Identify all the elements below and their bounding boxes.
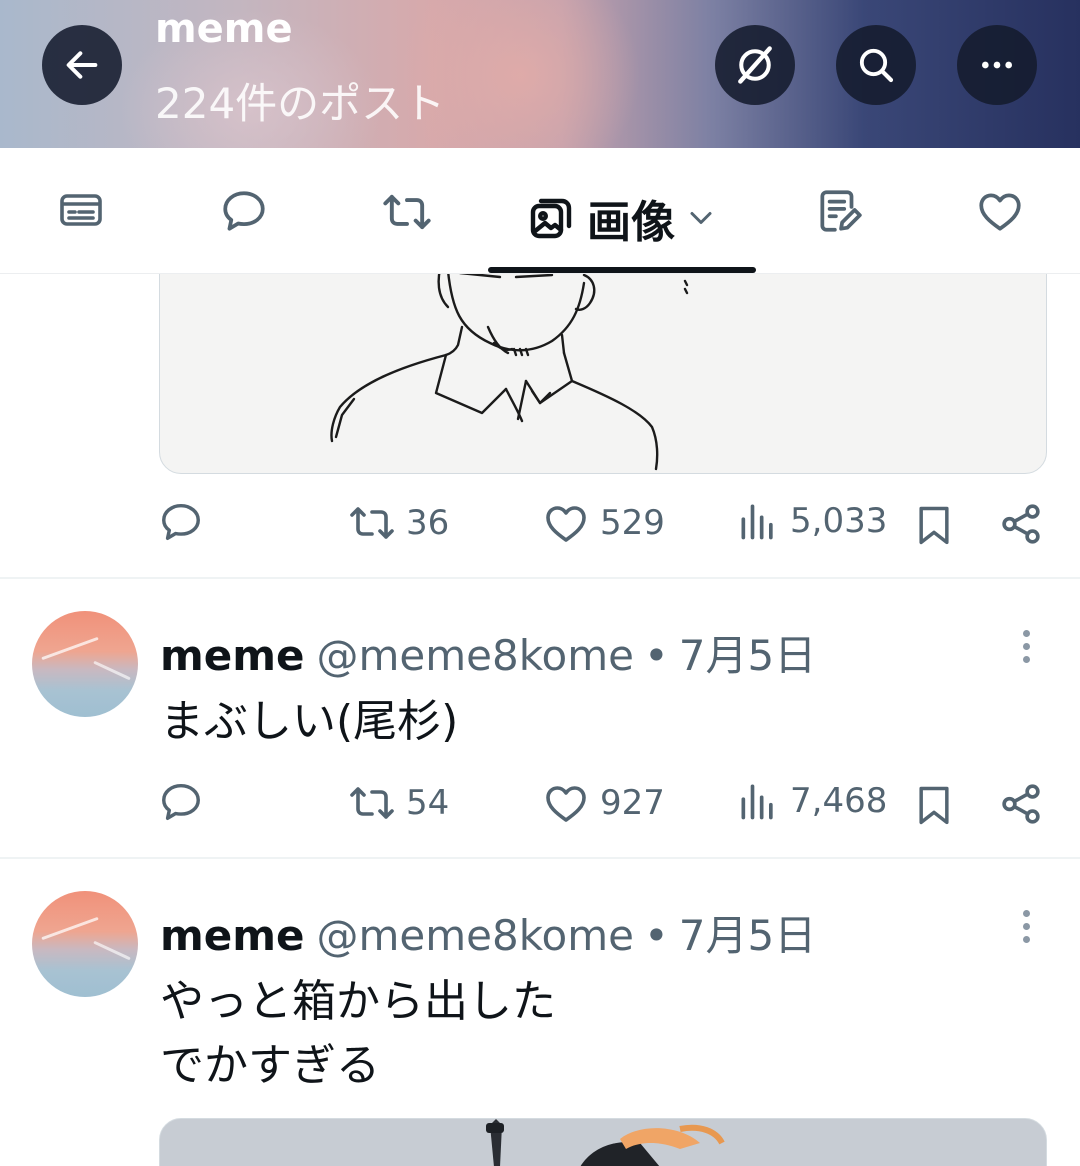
heart-icon — [546, 506, 586, 542]
more-button[interactable] — [957, 25, 1037, 105]
tab-images-label: 画像 — [587, 197, 675, 248]
search-button[interactable] — [836, 25, 916, 105]
tab-reposts[interactable] — [380, 186, 434, 238]
article-tab-icon — [820, 190, 862, 232]
post-more-button[interactable] — [1018, 630, 1034, 670]
post-actions: 54 927 7,468 — [0, 777, 1080, 837]
bookmark-button[interactable] — [912, 781, 956, 829]
bookmark-button[interactable] — [912, 501, 956, 549]
profile-header-banner: meme 224件のポスト — [0, 0, 1080, 148]
repost-count: 36 — [406, 503, 450, 543]
separator-dot: • — [644, 911, 669, 960]
views-icon — [741, 504, 773, 540]
reply-button[interactable] — [158, 779, 204, 825]
views-icon — [741, 784, 773, 820]
like-button[interactable]: 927 — [542, 779, 665, 827]
grok-button[interactable] — [715, 25, 795, 105]
repost-tab-icon — [383, 194, 431, 230]
repost-count: 54 — [406, 783, 450, 823]
back-button[interactable] — [42, 25, 122, 105]
post-more-button[interactable] — [1018, 910, 1034, 950]
author-handle[interactable]: @meme8kome — [317, 631, 635, 680]
tab-articles[interactable] — [814, 186, 864, 236]
post-text-line: まぶしい(尾杉) — [160, 696, 459, 747]
views-button[interactable]: 5,033 — [736, 499, 887, 543]
share-icon — [1002, 504, 1040, 544]
reply-icon — [162, 503, 200, 541]
view-count: 7,468 — [790, 781, 888, 821]
post-text: まぶしい(尾杉) — [160, 690, 458, 754]
tab-images[interactable]: 画像 — [518, 186, 728, 250]
post-date[interactable]: 7月5日 — [679, 622, 816, 683]
chevron-down-icon — [690, 212, 712, 224]
post-text-line: でかすぎる — [160, 1040, 380, 1091]
avatar[interactable] — [32, 891, 138, 997]
author-handle[interactable]: @meme8kome — [317, 911, 635, 960]
profile-tab-bar: 画像 — [0, 148, 1080, 274]
views-button[interactable]: 7,468 — [736, 779, 887, 823]
grok-icon — [738, 46, 772, 84]
tab-likes[interactable] — [974, 186, 1026, 236]
repost-button[interactable]: 54 — [348, 779, 449, 827]
post-divider — [0, 857, 1080, 859]
post-header: meme @meme8kome • 7月5日 — [160, 902, 816, 960]
share-button[interactable] — [998, 781, 1044, 827]
like-button[interactable]: 529 — [542, 499, 665, 547]
tab-posts[interactable] — [56, 186, 106, 234]
separator-dot: • — [644, 631, 669, 680]
tab-replies[interactable] — [218, 186, 270, 236]
author-name[interactable]: meme — [160, 631, 305, 680]
post-count: 224件のポスト — [155, 79, 446, 128]
post-image-photo[interactable] — [159, 1118, 1047, 1166]
bookmark-icon — [919, 506, 949, 545]
arrow-left-icon — [66, 51, 98, 79]
image-tab-icon — [530, 198, 572, 239]
share-icon — [1002, 784, 1040, 824]
reply-icon — [162, 783, 200, 821]
post-text-line: やっと箱から出した — [160, 976, 556, 1027]
photo-content — [160, 1119, 1046, 1166]
heart-tab-icon — [979, 193, 1021, 231]
like-count: 529 — [600, 503, 665, 543]
active-tab-indicator — [488, 267, 756, 273]
avatar[interactable] — [32, 611, 138, 717]
repost-icon — [350, 507, 394, 539]
search-icon — [859, 48, 894, 83]
view-count: 5,033 — [790, 501, 888, 541]
posts-tab-icon — [60, 194, 102, 226]
post-header: meme @meme8kome • 7月5日 — [160, 622, 816, 680]
share-button[interactable] — [998, 501, 1044, 547]
post-actions: 36 529 5,033 — [0, 497, 1080, 557]
more-horizontal-icon — [982, 61, 1012, 69]
heart-icon — [546, 786, 586, 822]
reply-button[interactable] — [158, 499, 204, 545]
post-divider — [0, 577, 1080, 579]
author-name[interactable]: meme — [160, 911, 305, 960]
repost-button[interactable]: 36 — [348, 499, 449, 547]
post-date[interactable]: 7月5日 — [679, 902, 816, 963]
bookmark-icon — [919, 786, 949, 825]
post-text: やっと箱から出した でかすぎる — [160, 970, 556, 1098]
like-count: 927 — [600, 783, 665, 823]
reply-tab-icon — [223, 191, 265, 231]
profile-name: meme — [155, 6, 293, 52]
repost-icon — [350, 787, 394, 819]
